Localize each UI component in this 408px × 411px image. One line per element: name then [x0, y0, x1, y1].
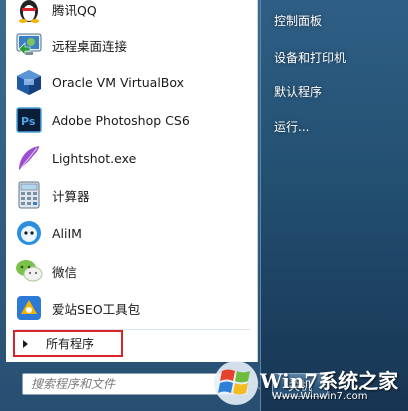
right-item-default-programs[interactable]: 默认程序: [274, 83, 322, 100]
wechat-icon: [14, 256, 44, 286]
program-label: 远程桌面连接: [52, 38, 128, 54]
program-item-aliim[interactable]: AliIM: [6, 214, 258, 252]
program-label: Oracle VM VirtualBox: [52, 74, 185, 90]
program-label: 微信: [52, 264, 78, 280]
program-item-remote-desktop[interactable]: 远程桌面连接: [6, 26, 258, 64]
program-label: 腾讯QQ: [52, 2, 97, 18]
program-label: 计算器: [52, 188, 90, 204]
program-item-virtualbox[interactable]: Oracle VM VirtualBox: [6, 63, 258, 101]
search-input[interactable]: [31, 375, 231, 393]
remote-desktop-icon: [14, 30, 44, 60]
all-programs-button[interactable]: 所有程序: [13, 330, 123, 357]
watermark-url: Www.Winwin7.com: [272, 391, 368, 402]
right-item-run[interactable]: 运行...: [274, 118, 309, 135]
program-item-wechat[interactable]: 微信: [6, 252, 258, 290]
triangle-right-icon: [23, 339, 28, 348]
virtualbox-icon: [14, 67, 44, 97]
program-item-qq[interactable]: 腾讯QQ: [6, 0, 258, 28]
right-item-control-panel[interactable]: 控制面板: [274, 12, 322, 29]
program-label: 爱站SEO工具包: [52, 301, 141, 317]
program-label: AliIM: [52, 225, 82, 241]
program-item-aizhan-seo[interactable]: 爱站SEO工具包: [6, 289, 258, 327]
calculator-icon: [14, 180, 44, 210]
program-label: Lightshot.exe: [52, 150, 137, 166]
start-menu-left-pane: 腾讯QQ 远程桌面连接 Oracle VM VirtualBox Ps Adob…: [0, 0, 262, 411]
program-label: Adobe Photoshop CS6: [52, 112, 190, 128]
svg-text:Ps: Ps: [21, 115, 36, 128]
program-item-calculator[interactable]: 计算器: [6, 176, 258, 214]
all-programs-label: 所有程序: [46, 337, 95, 351]
aliim-icon: [14, 218, 44, 248]
watermark-title: Win7系统之家: [260, 369, 399, 393]
start-menu-right-pane: 控制面板 设备和打印机 默认程序 运行...: [260, 0, 408, 411]
lightshot-feather-icon: [14, 143, 44, 173]
photoshop-icon: Ps: [14, 105, 44, 135]
windows-logo-icon: [214, 361, 258, 405]
qq-penguin-icon: [14, 0, 44, 24]
program-item-lightshot[interactable]: Lightshot.exe: [6, 139, 258, 177]
program-item-photoshop[interactable]: Ps Adobe Photoshop CS6: [6, 101, 258, 139]
program-list: 腾讯QQ 远程桌面连接 Oracle VM VirtualBox Ps Adob…: [6, 0, 258, 362]
aizhan-seo-icon: [14, 293, 44, 323]
watermark: Win7系统之家 Www.Winwin7.com: [212, 355, 408, 411]
right-item-devices-printers[interactable]: 设备和打印机: [274, 49, 346, 66]
